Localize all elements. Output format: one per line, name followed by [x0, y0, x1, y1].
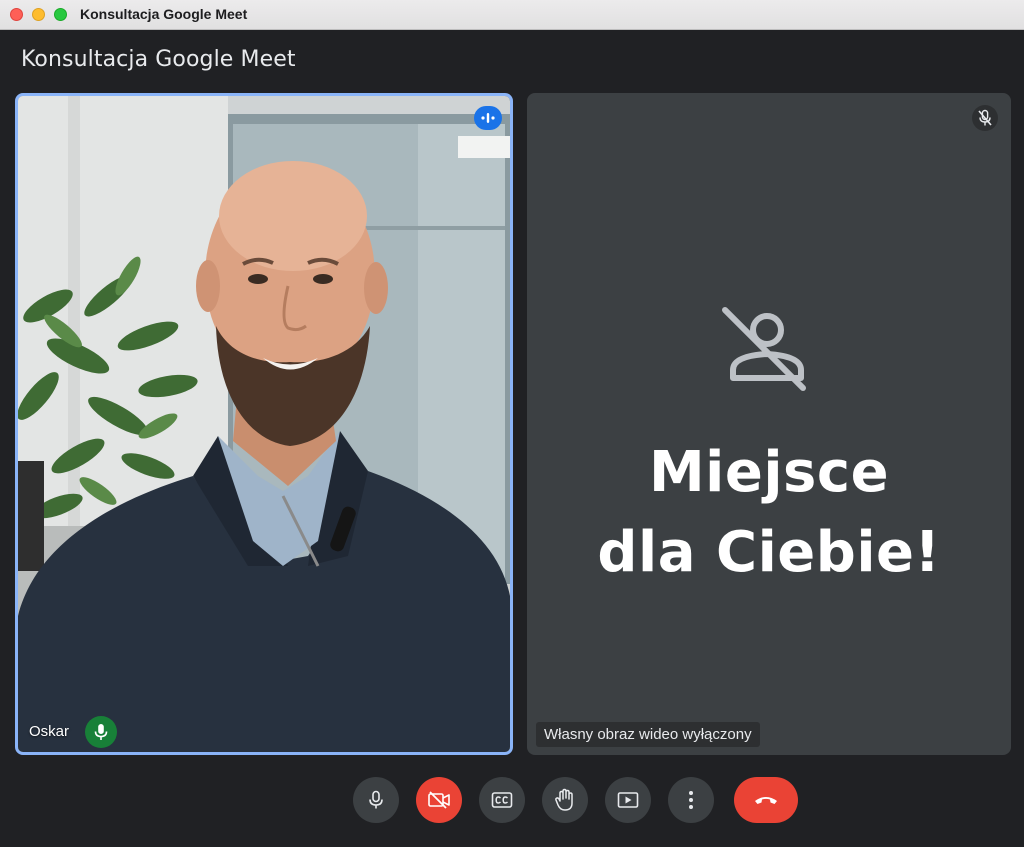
captions-button[interactable] — [479, 777, 525, 823]
mic-icon — [369, 790, 383, 809]
microphone-button[interactable] — [353, 777, 399, 823]
present-icon — [617, 792, 639, 808]
call-controls — [0, 777, 1024, 825]
end-call-button[interactable] — [734, 777, 798, 823]
participant-video — [18, 96, 510, 752]
raise-hand-button[interactable] — [542, 777, 588, 823]
meet-window: Konsultacja Google Meet Konsultacja Goog… — [0, 0, 1024, 847]
cc-icon — [491, 792, 513, 808]
hand-icon — [555, 788, 573, 811]
more-vert-icon — [689, 791, 693, 809]
placeholder-line-1: Miejsce — [648, 440, 890, 505]
camera-button[interactable] — [416, 777, 462, 823]
window-titlebar: Konsultacja Google Meet — [0, 0, 1024, 30]
phone-hangup-icon — [755, 797, 777, 804]
present-button[interactable] — [605, 777, 651, 823]
mic-muted-badge — [972, 105, 998, 131]
self-view-tile[interactable]: Miejsce dla Ciebie! Własny obraz wideo w… — [527, 93, 1011, 755]
no-person-icon — [722, 307, 806, 391]
video-off-label: Własny obraz wideo wyłączony — [536, 722, 760, 747]
window-title: Konsultacja Google Meet — [80, 6, 248, 22]
meeting-title: Konsultacja Google Meet — [21, 47, 296, 72]
video-off-icon — [428, 791, 450, 809]
minimize-window-button[interactable] — [32, 8, 45, 21]
speaking-indicator — [474, 106, 502, 130]
more-options-button[interactable] — [668, 777, 714, 823]
mic-on-badge — [85, 716, 117, 748]
close-window-button[interactable] — [10, 8, 23, 21]
participant-tile-oskar[interactable]: Oskar — [15, 93, 513, 755]
mic-off-icon — [978, 109, 992, 126]
mic-icon — [94, 724, 108, 740]
audio-level-icon — [481, 113, 495, 123]
placeholder-line-2: dla Ciebie! — [597, 520, 941, 585]
zoom-window-button[interactable] — [54, 8, 67, 21]
placeholder-message: Miejsce dla Ciebie! — [527, 433, 1011, 593]
participant-name: Oskar — [29, 723, 70, 740]
